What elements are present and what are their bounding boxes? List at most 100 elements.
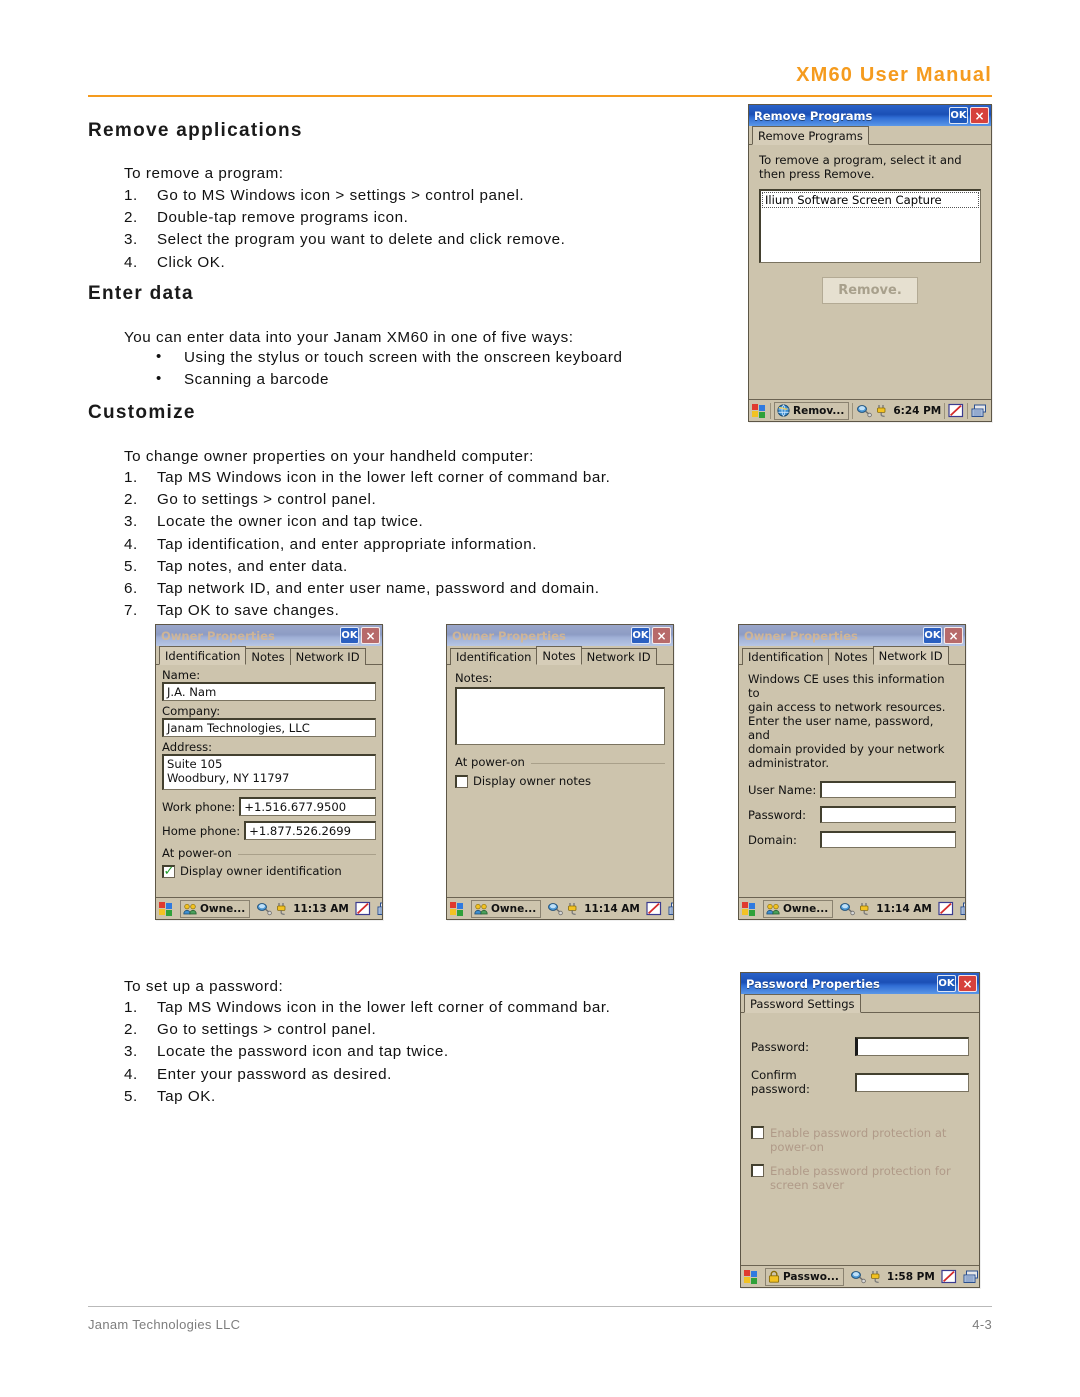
power-plug-icon[interactable] xyxy=(869,1270,884,1284)
step-number: 6. xyxy=(124,580,138,598)
taskbar-task-button[interactable]: Owne... xyxy=(180,899,251,918)
tab-password-settings[interactable]: Password Settings xyxy=(744,994,861,1013)
list-item: 1. Tap MS Windows icon in the lower left … xyxy=(124,997,610,1019)
display-owner-identification-checkbox[interactable]: ✓ xyxy=(162,864,175,878)
keyboard-icon[interactable] xyxy=(963,1270,979,1284)
windows-start-icon[interactable] xyxy=(752,403,767,418)
power-plug-icon[interactable] xyxy=(275,902,290,916)
power-plug-icon[interactable] xyxy=(858,902,873,916)
taskbar-task-button[interactable]: Remov... xyxy=(774,401,850,420)
stylus-pen-icon[interactable] xyxy=(355,901,371,916)
keyboard-icon[interactable] xyxy=(668,902,674,916)
program-list[interactable]: Ilium Software Screen Capture xyxy=(759,189,981,263)
power-on-group-label-row: At power-on xyxy=(455,755,665,769)
stylus-pen-icon[interactable] xyxy=(941,1269,957,1284)
tab-identification[interactable]: Identification xyxy=(742,648,830,665)
close-button[interactable]: × xyxy=(361,627,380,644)
power-plug-icon[interactable] xyxy=(566,902,581,916)
ok-button[interactable]: OK xyxy=(937,975,956,992)
owner-people-icon xyxy=(766,903,780,914)
divider xyxy=(770,402,771,419)
network-icon[interactable] xyxy=(850,1270,866,1284)
close-button[interactable]: × xyxy=(652,627,671,644)
titlebar: Password Properties OK × xyxy=(741,973,979,994)
list-item: 3. Locate the owner icon and tap twice. xyxy=(124,511,610,533)
user-name-field[interactable] xyxy=(820,781,956,798)
taskbar-task-button[interactable]: Owne... xyxy=(763,899,834,918)
password-field[interactable] xyxy=(820,806,956,823)
tab-notes[interactable]: Notes xyxy=(245,648,291,665)
work-phone-field[interactable]: +1.516.677.9500 xyxy=(239,797,376,816)
tab-notes[interactable]: Notes xyxy=(828,648,874,665)
keyboard-icon[interactable] xyxy=(960,902,966,916)
tab-network-id[interactable]: Network ID xyxy=(872,646,949,665)
step-number: 2. xyxy=(124,1021,138,1039)
list-item: 2. Go to settings > control panel. xyxy=(124,489,610,511)
home-phone-field[interactable]: +1.877.526.2699 xyxy=(244,821,376,840)
confirm-password-field[interactable] xyxy=(855,1072,969,1092)
password-label: Password: xyxy=(748,807,807,822)
display-owner-notes-checkbox[interactable] xyxy=(455,774,468,788)
tab-identification[interactable]: Identification xyxy=(450,648,538,665)
display-owner-identification-label: Display owner identification xyxy=(180,864,342,878)
close-button[interactable]: × xyxy=(970,107,989,124)
network-icon[interactable] xyxy=(547,902,564,916)
taskbar-clock[interactable]: 6:24 PM xyxy=(893,405,941,417)
tab-identification[interactable]: Identification xyxy=(159,646,247,665)
list-item: 5. Tap notes, and enter data. xyxy=(124,556,610,578)
enable-password-screen-saver-checkbox[interactable] xyxy=(751,1164,764,1177)
notes-textarea[interactable] xyxy=(455,687,665,745)
keyboard-icon[interactable] xyxy=(377,902,383,916)
tab-network-id[interactable]: Network ID xyxy=(580,648,657,665)
network-icon[interactable] xyxy=(856,404,873,418)
power-plug-icon[interactable] xyxy=(875,404,890,418)
stylus-pen-icon[interactable] xyxy=(646,901,662,916)
ok-button[interactable]: OK xyxy=(631,627,650,644)
tab-remove-programs[interactable]: Remove Programs xyxy=(752,126,869,145)
windows-start-icon[interactable] xyxy=(744,1269,759,1284)
domain-field[interactable] xyxy=(820,831,956,848)
taskbar-clock[interactable]: 11:14 AM xyxy=(876,903,932,915)
description-line-5: administrator. xyxy=(748,756,830,770)
taskbar-task-button[interactable]: Owne... xyxy=(471,899,542,918)
company-field[interactable]: Janam Technologies, LLC xyxy=(162,718,376,737)
list-item: 2. Go to settings > control panel. xyxy=(124,1019,610,1041)
step-text: Tap notes, and enter data. xyxy=(157,557,348,575)
taskbar-clock[interactable]: 11:14 AM xyxy=(584,903,640,915)
password-field[interactable] xyxy=(855,1037,969,1056)
enable-power-on-row[interactable]: Enable password protection at power-on xyxy=(751,1126,969,1154)
keyboard-icon[interactable] xyxy=(971,404,987,418)
close-button[interactable]: × xyxy=(944,627,963,644)
taskbar-task-label: Owne... xyxy=(491,902,537,915)
stylus-pen-icon[interactable] xyxy=(948,403,964,418)
display-owner-notes-row[interactable]: Display owner notes xyxy=(455,774,665,788)
close-button[interactable]: × xyxy=(958,975,977,992)
step-number: 1. xyxy=(124,187,138,204)
network-icon[interactable] xyxy=(839,902,856,916)
enable-screen-saver-row[interactable]: Enable password protection for screen sa… xyxy=(751,1164,969,1192)
windows-start-icon[interactable] xyxy=(742,901,757,916)
list-item[interactable]: Ilium Software Screen Capture xyxy=(762,192,979,208)
step-number: 3. xyxy=(124,1043,138,1061)
tab-network-id[interactable]: Network ID xyxy=(289,648,366,665)
name-field[interactable]: J.A. Nam xyxy=(162,682,376,701)
windows-start-icon[interactable] xyxy=(450,901,465,916)
windows-start-icon[interactable] xyxy=(159,901,174,916)
taskbar-clock[interactable]: 1:58 PM xyxy=(887,1271,935,1283)
taskbar-task-label: Owne... xyxy=(783,902,829,915)
ok-button[interactable]: OK xyxy=(949,107,968,124)
tab-strip: Identification Notes Network ID xyxy=(156,646,382,665)
ok-button[interactable]: OK xyxy=(340,627,359,644)
network-icon[interactable] xyxy=(256,902,273,916)
tab-notes[interactable]: Notes xyxy=(536,646,582,665)
address-field[interactable]: Suite 105 Woodbury, NY 11797 xyxy=(162,754,376,790)
enable-password-power-on-checkbox[interactable] xyxy=(751,1126,764,1139)
display-owner-identification-row[interactable]: ✓ Display owner identification xyxy=(162,864,376,878)
taskbar-clock[interactable]: 11:13 AM xyxy=(293,903,349,915)
power-on-group-label: At power-on xyxy=(162,846,232,860)
titlebar: Remove Programs OK × xyxy=(749,105,991,126)
remove-button[interactable]: Remove. xyxy=(822,277,918,304)
ok-button[interactable]: OK xyxy=(923,627,942,644)
stylus-pen-icon[interactable] xyxy=(938,901,954,916)
taskbar-task-button[interactable]: Passwo... xyxy=(765,1267,844,1286)
